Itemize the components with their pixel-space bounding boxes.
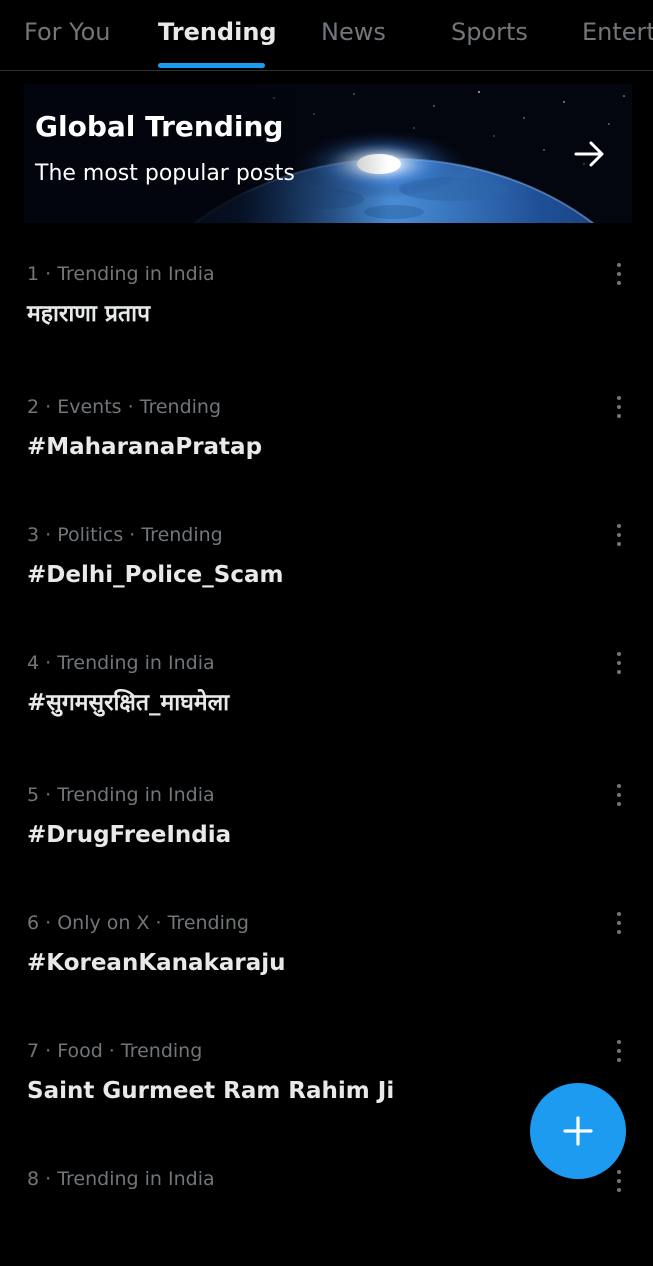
trend-meta: 5 · Trending in India xyxy=(27,784,215,806)
more-options-icon[interactable] xyxy=(606,394,632,420)
active-tab-indicator xyxy=(158,63,265,68)
trend-meta: 3 · Politics · Trending xyxy=(27,524,223,546)
more-options-icon[interactable] xyxy=(606,1038,632,1064)
trend-item-5[interactable]: 5 · Trending in India #DrugFreeIndia xyxy=(0,782,653,882)
compose-post-button[interactable] xyxy=(530,1083,626,1179)
trend-name: #KoreanKanakaraju xyxy=(27,950,286,976)
trend-name: Saint Gurmeet Ram Rahim Ji xyxy=(27,1078,395,1104)
earth-background-image xyxy=(24,84,632,223)
trend-meta: 6 · Only on X · Trending xyxy=(27,912,249,934)
tab-entertainment[interactable]: Entert xyxy=(582,0,653,70)
banner-subtitle: The most popular posts xyxy=(35,161,295,186)
tab-news[interactable]: News xyxy=(321,0,386,70)
trend-meta: 7 · Food · Trending xyxy=(27,1040,203,1062)
trend-item-2[interactable]: 2 · Events · Trending #MaharanaPratap xyxy=(0,394,653,494)
more-options-icon[interactable] xyxy=(606,910,632,936)
banner-title: Global Trending xyxy=(35,110,284,143)
trend-meta: 1 · Trending in India xyxy=(27,263,215,285)
global-trending-banner[interactable]: Global Trending The most popular posts xyxy=(24,84,632,223)
trend-meta: 4 · Trending in India xyxy=(27,652,215,674)
trend-name: #सुगमसुरक्षित_माघमेला xyxy=(27,690,230,716)
trend-item-3[interactable]: 3 · Politics · Trending #Delhi_Police_Sc… xyxy=(0,522,653,622)
more-options-icon[interactable] xyxy=(606,261,632,287)
trend-name: #Delhi_Police_Scam xyxy=(27,562,284,588)
tab-trending[interactable]: Trending xyxy=(158,0,277,70)
trend-name: #MaharanaPratap xyxy=(27,434,263,460)
top-tab-bar: For You Trending News Sports Entert xyxy=(0,0,653,71)
trend-item-4[interactable]: 4 · Trending in India #सुगमसुरक्षित_माघम… xyxy=(0,650,653,750)
more-options-icon[interactable] xyxy=(606,1168,632,1194)
trend-meta: 2 · Events · Trending xyxy=(27,396,222,418)
trend-item-8[interactable]: 8 · Trending in India xyxy=(0,1166,653,1266)
tab-for-you[interactable]: For You xyxy=(24,0,111,70)
trend-name: #DrugFreeIndia xyxy=(27,822,232,848)
trend-meta: 8 · Trending in India xyxy=(27,1168,215,1190)
plus-icon xyxy=(563,1116,593,1146)
trend-item-6[interactable]: 6 · Only on X · Trending #KoreanKanakara… xyxy=(0,910,653,1010)
trend-name: महाराणा प्रताप xyxy=(27,301,151,327)
more-options-icon[interactable] xyxy=(606,522,632,548)
more-options-icon[interactable] xyxy=(606,782,632,808)
arrow-right-icon[interactable] xyxy=(572,136,608,172)
tab-sports[interactable]: Sports xyxy=(451,0,528,70)
trend-item-1[interactable]: 1 · Trending in India महाराणा प्रताप xyxy=(0,261,653,361)
more-options-icon[interactable] xyxy=(606,650,632,676)
